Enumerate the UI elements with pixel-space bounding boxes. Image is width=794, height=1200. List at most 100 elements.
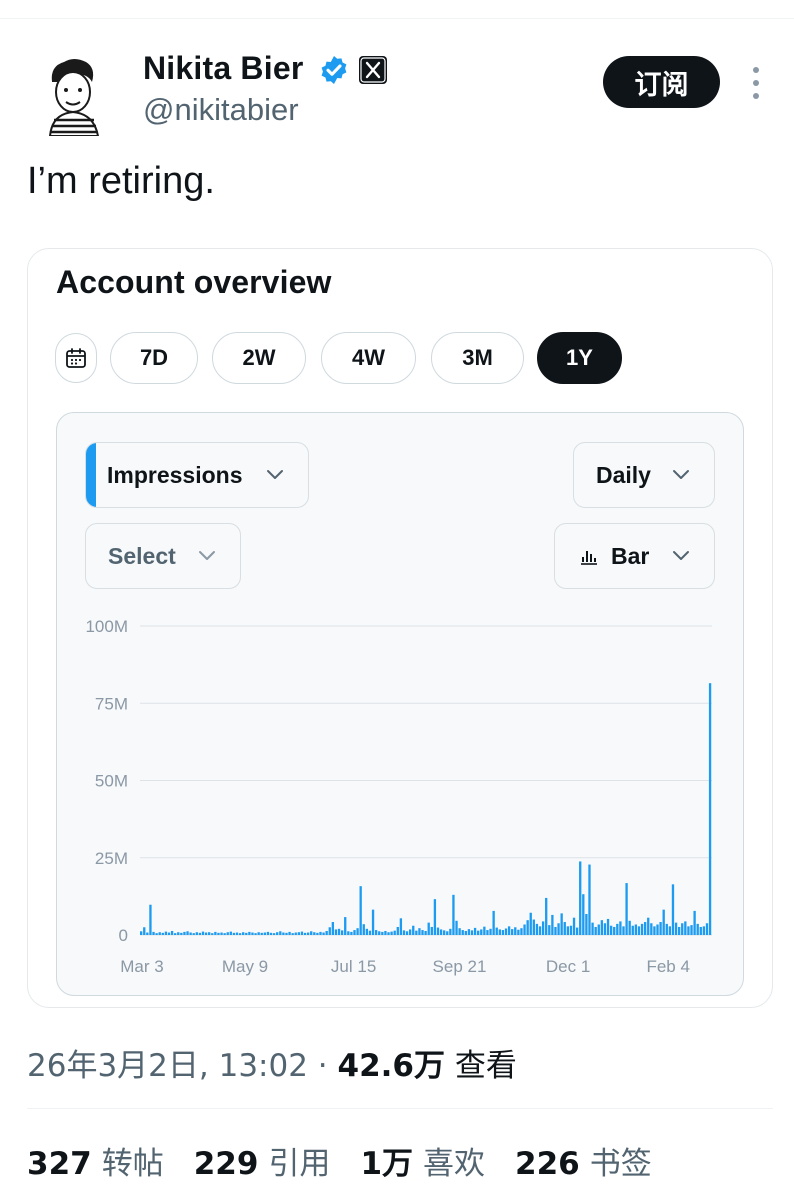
impressions-bar[interactable] bbox=[446, 931, 449, 935]
more-options-icon[interactable] bbox=[749, 66, 763, 100]
impressions-bar[interactable] bbox=[458, 928, 461, 935]
impressions-bar[interactable] bbox=[594, 926, 597, 935]
impressions-bar[interactable] bbox=[498, 929, 501, 935]
impressions-bar[interactable] bbox=[628, 920, 631, 935]
impressions-bar[interactable] bbox=[319, 931, 322, 935]
impressions-bar[interactable] bbox=[430, 926, 433, 935]
impressions-bar[interactable] bbox=[681, 923, 684, 935]
impressions-bar[interactable] bbox=[242, 932, 245, 935]
impressions-bar[interactable] bbox=[393, 930, 396, 935]
impressions-bar[interactable] bbox=[155, 933, 158, 935]
impressions-bar[interactable] bbox=[356, 928, 359, 935]
author-handle[interactable]: @nikitabier bbox=[143, 92, 299, 128]
impressions-bar[interactable] bbox=[170, 930, 174, 935]
impressions-bar[interactable] bbox=[520, 928, 523, 935]
range-7d-button[interactable]: 7D bbox=[110, 332, 198, 384]
impressions-bar[interactable] bbox=[359, 886, 362, 935]
impressions-bar[interactable] bbox=[656, 924, 659, 935]
impressions-bar[interactable] bbox=[418, 928, 421, 935]
impressions-bar[interactable] bbox=[603, 923, 607, 935]
reposts-stat[interactable]: 327 转帖 bbox=[27, 1138, 164, 1183]
impressions-bar[interactable] bbox=[662, 909, 665, 935]
impressions-bar[interactable] bbox=[248, 931, 251, 935]
impressions-bar[interactable] bbox=[572, 917, 576, 935]
impressions-bar[interactable] bbox=[597, 924, 600, 935]
impressions-bar[interactable] bbox=[702, 926, 706, 935]
impressions-bar[interactable] bbox=[541, 921, 545, 935]
impressions-bar[interactable] bbox=[229, 931, 232, 935]
impressions-bar[interactable] bbox=[433, 899, 437, 935]
impressions-bar[interactable] bbox=[344, 917, 347, 935]
impressions-bar[interactable] bbox=[473, 927, 477, 935]
metric-dropdown[interactable]: Impressions bbox=[85, 442, 309, 508]
impressions-bar[interactable] bbox=[684, 921, 687, 935]
impressions-bar[interactable] bbox=[532, 919, 535, 935]
impressions-bar[interactable] bbox=[140, 931, 143, 935]
impressions-bar[interactable] bbox=[297, 932, 301, 935]
impressions-bar[interactable] bbox=[575, 927, 579, 935]
impressions-bar[interactable] bbox=[331, 922, 335, 935]
impressions-bar[interactable] bbox=[340, 930, 344, 935]
impressions-bar[interactable] bbox=[631, 925, 634, 935]
impressions-bar[interactable] bbox=[668, 926, 672, 935]
impressions-bar[interactable] bbox=[183, 931, 186, 935]
impressions-bar[interactable] bbox=[622, 926, 625, 935]
impressions-bar[interactable] bbox=[480, 929, 483, 935]
impressions-bar[interactable] bbox=[328, 927, 331, 935]
impressions-bar[interactable] bbox=[235, 932, 239, 935]
impressions-bar[interactable] bbox=[582, 894, 585, 935]
impressions-bar[interactable] bbox=[606, 918, 610, 935]
impressions-bar[interactable] bbox=[396, 926, 399, 935]
impressions-bar[interactable] bbox=[226, 932, 229, 935]
impressions-bar[interactable] bbox=[650, 923, 653, 935]
impressions-bar[interactable] bbox=[337, 928, 341, 935]
impressions-bar[interactable] bbox=[208, 932, 211, 935]
impressions-bar[interactable] bbox=[705, 923, 709, 935]
impressions-bar[interactable] bbox=[708, 683, 712, 935]
subscribe-button[interactable]: 订阅 bbox=[603, 56, 720, 108]
impressions-bar[interactable] bbox=[146, 932, 149, 935]
impressions-bar[interactable] bbox=[276, 932, 279, 935]
impressions-bar[interactable] bbox=[399, 918, 403, 935]
impressions-bar[interactable] bbox=[640, 923, 644, 935]
impressions-bar[interactable] bbox=[486, 930, 489, 935]
likes-stat[interactable]: 1万 喜欢 bbox=[360, 1138, 485, 1183]
impressions-bar[interactable] bbox=[158, 932, 161, 935]
impressions-bar[interactable] bbox=[313, 932, 316, 935]
impressions-bar[interactable] bbox=[687, 926, 690, 935]
impressions-bar[interactable] bbox=[177, 932, 180, 935]
impressions-bar[interactable] bbox=[279, 931, 282, 935]
impressions-bar[interactable] bbox=[180, 932, 183, 935]
impressions-bar[interactable] bbox=[449, 928, 452, 935]
impressions-bar[interactable] bbox=[514, 927, 517, 935]
impressions-bar[interactable] bbox=[529, 912, 532, 935]
range-4w-button[interactable]: 4W bbox=[321, 332, 416, 384]
impressions-bar[interactable] bbox=[523, 924, 526, 935]
impressions-bar[interactable] bbox=[220, 932, 223, 935]
author-avatar[interactable] bbox=[30, 52, 114, 136]
impressions-bar[interactable] bbox=[322, 932, 325, 935]
impressions-bar[interactable] bbox=[557, 923, 560, 935]
impressions-bar[interactable] bbox=[653, 926, 656, 935]
impressions-bar[interactable] bbox=[566, 926, 569, 935]
impressions-bar[interactable] bbox=[412, 925, 415, 935]
impressions-bar[interactable] bbox=[647, 917, 650, 935]
impressions-bar[interactable] bbox=[693, 910, 696, 935]
impressions-bar[interactable] bbox=[260, 932, 263, 935]
impressions-bar[interactable] bbox=[548, 925, 551, 935]
author-name[interactable]: Nikita Bier bbox=[143, 50, 303, 87]
impressions-bar[interactable] bbox=[272, 933, 276, 935]
impressions-bar[interactable] bbox=[266, 931, 270, 935]
impressions-bar[interactable] bbox=[288, 931, 291, 935]
impressions-bar[interactable] bbox=[164, 931, 168, 935]
impressions-bar[interactable] bbox=[254, 933, 257, 935]
impressions-bar[interactable] bbox=[492, 910, 495, 935]
impressions-bar[interactable] bbox=[365, 928, 369, 935]
impressions-bar[interactable] bbox=[424, 930, 427, 935]
impressions-bar[interactable] bbox=[538, 926, 542, 935]
impressions-bar[interactable] bbox=[443, 930, 446, 935]
impressions-bar[interactable] bbox=[285, 932, 288, 935]
bookmarks-stat[interactable]: 226 书签 bbox=[515, 1138, 652, 1183]
impressions-bar[interactable] bbox=[232, 932, 236, 935]
impressions-bar[interactable] bbox=[421, 930, 424, 935]
